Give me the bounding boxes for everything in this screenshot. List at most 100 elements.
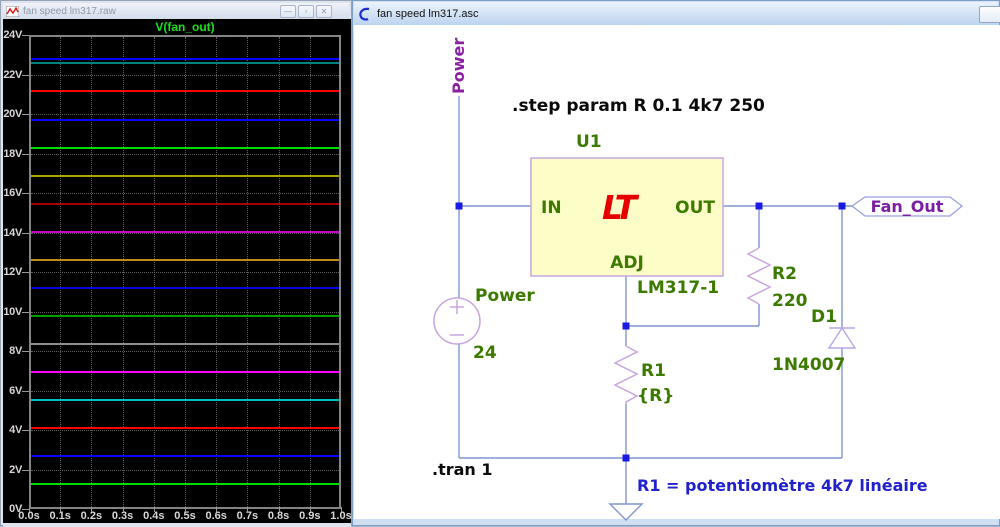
spice-directive-step[interactable]: .step param R 0.1 4k7 250 — [512, 96, 765, 116]
schematic-comment[interactable]: R1 = potentiomètre 4k7 linéaire — [637, 476, 928, 495]
voltage-source-power[interactable] — [433, 297, 481, 345]
schematic-window-title: fan speed lm317.asc — [377, 7, 479, 20]
d1-value-label[interactable]: 1N4007 — [772, 355, 845, 375]
ltspice-icon — [359, 7, 370, 21]
trace-legend-label[interactable]: V(fan_out) — [29, 20, 341, 34]
y-axis-label: 10V — [3, 305, 22, 318]
pin-label-out: OUT — [675, 198, 715, 218]
y-axis-label: 2V — [9, 463, 22, 476]
lt-logo-icon: LT — [602, 188, 640, 227]
y-axis-tick — [22, 430, 29, 431]
gridline-vertical — [216, 37, 218, 507]
x-axis-tick — [309, 507, 311, 512]
resistor-r2[interactable] — [746, 247, 772, 305]
d1-ref-label[interactable]: D1 — [811, 307, 837, 327]
x-axis-tick — [153, 507, 155, 512]
y-axis-tick — [22, 272, 29, 273]
y-axis-tick — [22, 390, 29, 392]
waveform-trace — [31, 399, 339, 402]
y-axis-tick — [22, 351, 29, 352]
waveform-trace — [31, 427, 339, 430]
waveform-trace — [31, 174, 339, 177]
x-axis-tick — [60, 507, 62, 512]
waveform-trace — [31, 230, 339, 233]
window-frame-bottom — [3, 523, 351, 527]
waveform-trace — [31, 90, 339, 93]
waveform-trace — [31, 483, 339, 486]
waveform-trace — [31, 315, 339, 318]
net-flag-fan-out[interactable]: Fan_Out — [850, 196, 964, 217]
y-axis-tick — [22, 232, 29, 234]
window-button-partial[interactable] — [979, 6, 1000, 23]
schematic-drawing: IN OUT ADJ LT Fan_Out U1 LM317-1 Power 2… — [432, 38, 964, 521]
x-axis-tick — [341, 507, 342, 512]
y-axis-tick — [22, 35, 29, 36]
waveform-trace — [31, 455, 339, 458]
waveform-trace — [31, 286, 339, 289]
chart-layers: V(fan_out) 24V 22V 20V 18V 16V 14V 12V 10V 8V 6V 4… — [1, 1, 353, 527]
x-axis-tick — [278, 507, 280, 512]
junction-dot — [755, 202, 763, 210]
waveform-trace — [31, 202, 339, 205]
y-axis-tick — [22, 193, 29, 194]
y-axis-tick — [22, 114, 29, 115]
junction-dot — [622, 322, 630, 330]
x-axis-tick — [122, 507, 124, 512]
y-axis-label: 22V — [3, 68, 22, 81]
r1-value-label[interactable]: {R} — [637, 386, 674, 406]
y-axis-tick — [22, 469, 29, 471]
diode-d1[interactable] — [827, 326, 857, 349]
y-axis-tick — [22, 153, 29, 155]
junction-dot — [622, 454, 630, 462]
pin-label-adj: ADJ — [610, 253, 644, 273]
gridline-vertical — [185, 37, 186, 507]
y-axis-label: 8V — [9, 345, 22, 357]
waveform-window: fan speed lm317.raw — ▫ ✕ V(fan_out) 24V… — [0, 0, 353, 527]
spice-directive-tran[interactable]: .tran 1 — [432, 460, 493, 479]
r2-value-label[interactable]: 220 — [772, 291, 808, 311]
r1-ref-label[interactable]: R1 — [641, 361, 666, 381]
gridline-vertical — [122, 37, 124, 507]
waveform-trace — [31, 371, 339, 374]
gridline-vertical — [309, 37, 311, 507]
screen: { "left_window": { "title": "fan speed l… — [0, 0, 1000, 527]
ground-symbol[interactable] — [608, 503, 644, 521]
y-axis-tick — [22, 74, 29, 76]
u1-value-label[interactable]: LM317-1 — [637, 278, 719, 298]
waveform-trace — [31, 118, 339, 121]
y-axis-label: 14V — [3, 226, 22, 239]
gridline-vertical — [91, 37, 93, 507]
waveform-trace — [31, 58, 339, 61]
x-axis-tick — [247, 507, 249, 512]
schematic-window: IN OUT ADJ LT Fan_Out U1 LM317-1 Power 2… — [352, 0, 1000, 526]
gridline-vertical — [278, 37, 280, 507]
y-axis-label: 20V — [3, 108, 22, 120]
y-axis-label: 18V — [3, 147, 22, 160]
lm317-symbol[interactable]: IN OUT ADJ LT — [530, 157, 724, 277]
y-axis-label: 4V — [9, 424, 22, 436]
waveform-trace — [31, 62, 339, 65]
x-axis-tick — [185, 507, 186, 512]
v1-value-label[interactable]: 24 — [473, 343, 497, 363]
x-axis-tick — [216, 507, 218, 512]
net-flag-label: Fan_Out — [871, 197, 944, 216]
r2-ref-label[interactable]: R2 — [772, 264, 797, 284]
waveform-trace — [31, 146, 339, 149]
resistor-r1[interactable] — [613, 345, 639, 404]
x-axis-tick — [91, 507, 93, 512]
u1-ref-label[interactable]: U1 — [576, 132, 602, 152]
pin-label-in: IN — [541, 198, 562, 218]
y-axis-tick — [22, 311, 29, 313]
y-axis-label: 16V — [3, 187, 22, 199]
y-axis-label: 6V — [9, 384, 22, 397]
x-axis-tick — [29, 507, 30, 512]
y-axis-label: 24V — [3, 29, 22, 41]
schematic-titlebar[interactable]: fan speed lm317.asc — [354, 2, 1000, 25]
v1-name-label[interactable]: Power — [475, 286, 535, 306]
net-label-power[interactable]: Power — [449, 38, 468, 94]
junction-dot — [455, 202, 463, 210]
waveform-trace — [31, 258, 339, 261]
y-axis-label: 12V — [3, 266, 22, 278]
gridline-vertical — [60, 37, 62, 507]
gridline-vertical — [153, 37, 155, 507]
